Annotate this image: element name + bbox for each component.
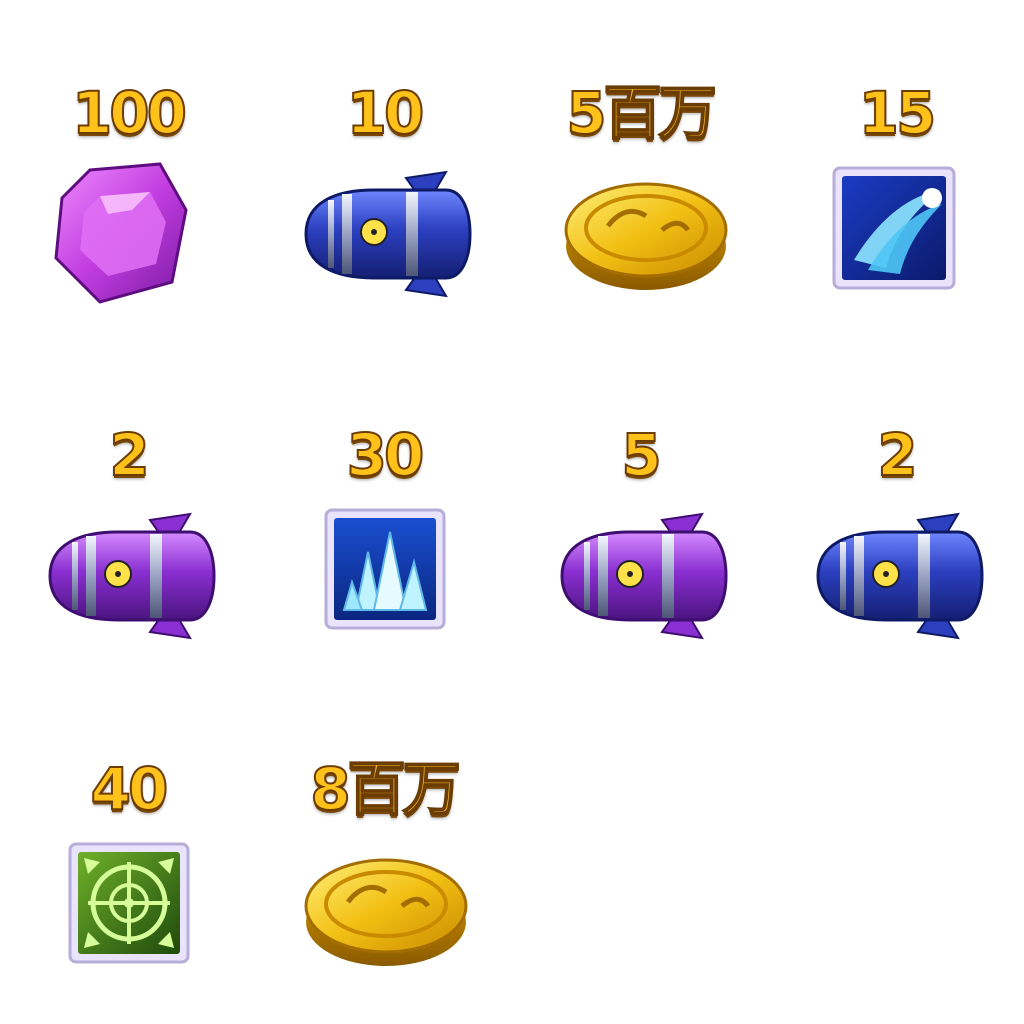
reward-slot: 15 — [768, 0, 1024, 320]
gold-coin-icon — [256, 826, 512, 996]
reward-quantity: 10 — [346, 78, 426, 148]
reward-slot: 40 — [0, 676, 256, 996]
gold-coin-icon — [512, 150, 768, 320]
ice-comet-skill-icon — [768, 150, 1024, 320]
reward-quantity: 30 — [346, 420, 426, 490]
reward-quantity: 100 — [71, 78, 188, 148]
purple-missile-icon — [512, 492, 768, 662]
reward-slot: 2 — [0, 342, 256, 662]
purple-gem-icon — [0, 150, 256, 320]
reward-quantity: 2 — [876, 420, 918, 490]
blue-missile-icon — [768, 492, 1024, 662]
reward-slot: 5百万 — [512, 0, 768, 320]
reward-slot: 8百万 — [256, 676, 512, 996]
reward-quantity: 40 — [90, 754, 170, 824]
purple-missile-icon — [0, 492, 256, 662]
reward-quantity: 5 — [620, 420, 662, 490]
target-lock-skill-icon — [0, 826, 256, 996]
blue-missile-icon — [256, 150, 512, 320]
reward-slot: 30 — [256, 342, 512, 662]
reward-quantity: 15 — [858, 78, 938, 148]
ice-crystal-skill-icon — [256, 492, 512, 662]
reward-quantity: 2 — [108, 420, 150, 490]
reward-quantity: 5百万 — [565, 78, 717, 148]
reward-quantity: 8百万 — [309, 754, 461, 824]
reward-slot: 10 — [256, 0, 512, 320]
reward-slot: 5 — [512, 342, 768, 662]
reward-slot: 100 — [0, 0, 256, 320]
reward-slot: 2 — [768, 342, 1024, 662]
